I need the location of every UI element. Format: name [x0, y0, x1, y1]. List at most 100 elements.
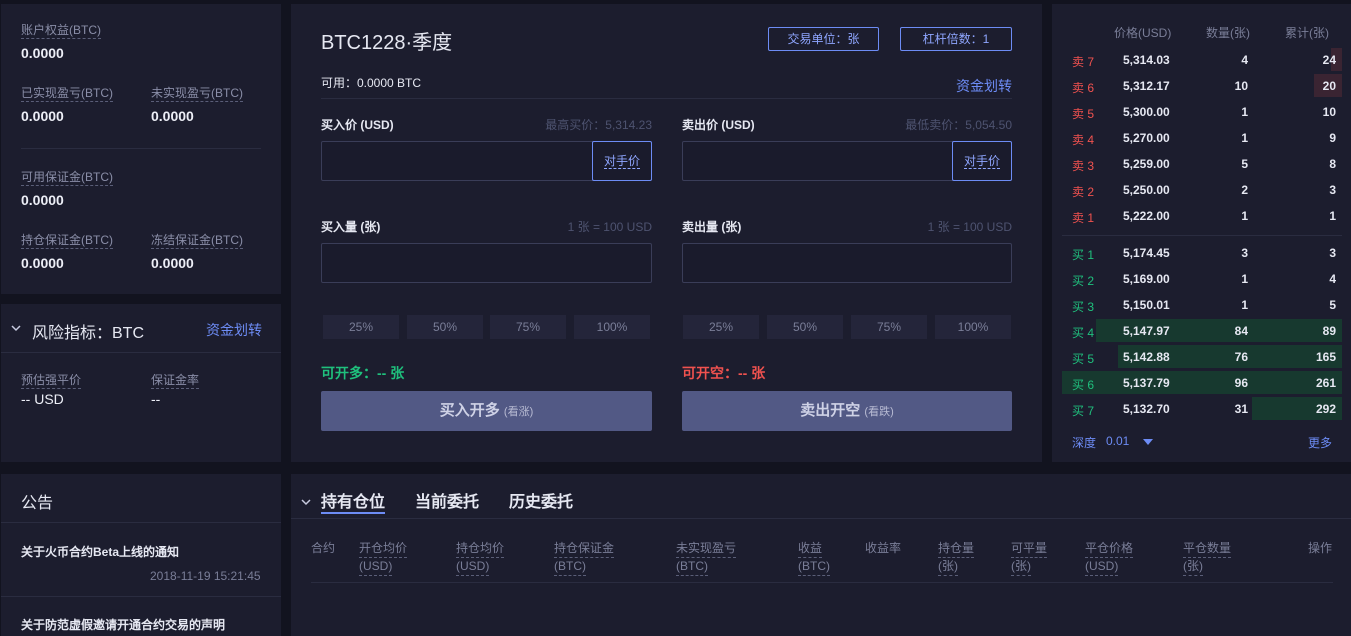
leverage-badge[interactable]: 杠杆倍数：1	[900, 27, 1012, 51]
buy-pct-50-button[interactable]: 50%	[407, 315, 483, 339]
column-name[interactable]: 持仓均价	[456, 540, 505, 558]
position-margin-value: 0.0000	[21, 255, 64, 271]
ask-row[interactable]: 卖 3 5,259.00 5 8	[1062, 151, 1342, 177]
notice-item-time: 2018-11-19 15:21:45	[150, 569, 261, 583]
buy-opp-price-button[interactable]: 对手价	[592, 141, 652, 181]
liq-price-label[interactable]: 预估强平价	[21, 372, 82, 389]
sell-open-short-button[interactable]: 卖出开空 (看跌)	[682, 391, 1012, 431]
margin-rate-value: --	[151, 391, 161, 407]
tab-order-history[interactable]: 历史委托	[509, 488, 573, 512]
divider	[291, 518, 1351, 519]
positions-panel: 持有仓位 当前委托 历史委托 合约 开仓均价 (USD) 持仓均价 (USD) 持仓保证金…	[291, 474, 1351, 636]
ask-row[interactable]: 卖 1 5,222.00 1 1	[1062, 203, 1342, 229]
unit-badge[interactable]: 交易单位：张	[768, 27, 879, 51]
ob-total: 24	[1322, 53, 1336, 67]
column-name[interactable]: 平仓数量	[1183, 540, 1232, 558]
sell-opp-price-button[interactable]: 对手价	[952, 141, 1012, 181]
sell-pct-100-button[interactable]: 100%	[935, 315, 1011, 339]
available-margin-label[interactable]: 可用保证金(BTC)	[21, 169, 113, 186]
sell-qty-input[interactable]	[682, 243, 1012, 283]
buy-open-long-button[interactable]: 买入开多 (看涨)	[321, 391, 652, 431]
ob-level-label: 买 4	[1072, 326, 1095, 340]
ob-level-label: 买 6	[1072, 378, 1095, 392]
divider	[321, 98, 1012, 99]
bid-row[interactable]: 买 7 5,132.70 31 292	[1062, 396, 1342, 422]
trade-panel: BTC1228·季度 交易单位：张 杠杆倍数：1 可用：0.0000 BTC 资…	[291, 4, 1042, 462]
ob-total: 9	[1329, 131, 1336, 145]
tab-positions[interactable]: 持有仓位	[321, 488, 385, 512]
notice-item-title[interactable]: 关于火币合约Beta上线的通知	[21, 543, 179, 560]
realized-pnl-label[interactable]: 已实现盈亏(BTC)	[21, 85, 113, 102]
column-header: 持仓均价 (USD)	[456, 540, 505, 576]
margin-rate-label[interactable]: 保证金率	[151, 372, 200, 389]
account-equity-value: 0.0000	[21, 45, 64, 61]
tab-open-orders[interactable]: 当前委托	[415, 488, 479, 512]
frozen-margin-value: 0.0000	[151, 255, 194, 271]
ob-qty: 1	[1241, 131, 1248, 145]
buy-pct-75-button[interactable]: 75%	[490, 315, 566, 339]
buy-pct-100-button[interactable]: 100%	[574, 315, 650, 339]
column-unit: (BTC)	[798, 558, 830, 576]
ob-price: 5,222.00	[1123, 209, 1170, 223]
bid-row[interactable]: 买 2 5,169.00 1 4	[1062, 266, 1342, 292]
column-name[interactable]: 持仓量	[938, 540, 975, 558]
bid-row[interactable]: 买 6 5,137.79 96 261	[1062, 370, 1342, 396]
column-name[interactable]: 平仓价格	[1085, 540, 1134, 558]
buy-pct-25-button[interactable]: 25%	[323, 315, 399, 339]
bid-row[interactable]: 买 3 5,150.01 1 5	[1062, 292, 1342, 318]
column-name[interactable]: 可平量	[1011, 540, 1048, 558]
column-name[interactable]: 持仓保证金	[554, 540, 615, 558]
ask-row[interactable]: 卖 5 5,300.00 1 10	[1062, 99, 1342, 125]
unrealized-pnl-label[interactable]: 未实现盈亏(BTC)	[151, 85, 243, 102]
ob-header-qty: 数量(张)	[1206, 26, 1250, 40]
ask-row[interactable]: 卖 4 5,270.00 1 9	[1062, 125, 1342, 151]
risk-title: 风险指标：BTC	[32, 325, 145, 342]
ob-price: 5,137.79	[1123, 376, 1170, 390]
ob-header-price: 价格(USD)	[1114, 26, 1172, 40]
ob-price: 5,300.00	[1123, 105, 1170, 119]
unrealized-pnl-value: 0.0000	[151, 108, 194, 124]
account-equity-label[interactable]: 账户权益(BTC)	[21, 22, 101, 39]
bid-row[interactable]: 买 4 5,147.97 84 89	[1062, 318, 1342, 344]
sell-price-input[interactable]: 对手价	[682, 141, 1012, 181]
notice-title: 公告	[21, 495, 54, 512]
ob-qty: 2	[1241, 183, 1248, 197]
buy-button-sub: (看涨)	[503, 406, 534, 418]
ob-total: 3	[1329, 246, 1336, 260]
caret-down-icon	[1142, 434, 1153, 448]
buy-price-input[interactable]: 对手价	[321, 141, 652, 181]
column-header: 平仓价格 (USD)	[1085, 540, 1134, 576]
buy-opp-price-label: 对手价	[603, 154, 640, 169]
sell-pct-75-button[interactable]: 75%	[851, 315, 927, 339]
ob-qty: 4	[1241, 53, 1248, 67]
column-name[interactable]: 收益	[798, 540, 823, 558]
column-name: 收益率	[865, 541, 902, 555]
margin-rate: 保证金率 --	[151, 372, 200, 407]
active-tab-underline	[321, 512, 385, 514]
buy-qty-input[interactable]	[321, 243, 652, 283]
position-margin-label[interactable]: 持仓保证金(BTC)	[21, 232, 113, 249]
column-name[interactable]: 开仓均价	[359, 540, 408, 558]
sell-pct-25-button[interactable]: 25%	[683, 315, 759, 339]
ask-row[interactable]: 卖 2 5,250.00 2 3	[1062, 177, 1342, 203]
risk-transfer-link[interactable]: 资金划转	[206, 320, 262, 340]
ask-row[interactable]: 卖 7 5,314.03 4 24	[1062, 47, 1342, 73]
bid-row[interactable]: 买 5 5,142.88 76 165	[1062, 344, 1342, 370]
bid-row[interactable]: 买 1 5,174.45 3 3	[1062, 240, 1342, 266]
realized-pnl-value: 0.0000	[21, 108, 64, 124]
more-link[interactable]: 更多	[1308, 434, 1332, 451]
frozen-margin-label[interactable]: 冻结保证金(BTC)	[151, 232, 243, 249]
ob-price: 5,259.00	[1123, 157, 1170, 171]
chevron-down-icon[interactable]	[301, 494, 311, 509]
chevron-down-icon[interactable]	[11, 320, 21, 335]
notice-item-title[interactable]: 关于防范虚假邀请开通合约交易的声明	[21, 616, 225, 633]
sell-pct-50-button[interactable]: 50%	[767, 315, 843, 339]
ask-row[interactable]: 卖 6 5,312.17 10 20	[1062, 73, 1342, 99]
column-unit: (张)	[1011, 558, 1031, 576]
column-name[interactable]: 未实现盈亏	[676, 540, 737, 558]
trade-transfer-link[interactable]: 资金划转	[956, 76, 1012, 96]
ob-qty: 3	[1241, 246, 1248, 260]
liq-price-value: -- USD	[21, 391, 64, 407]
depth-select[interactable]: 0.01	[1106, 434, 1153, 448]
column-name: 合约	[311, 541, 336, 555]
